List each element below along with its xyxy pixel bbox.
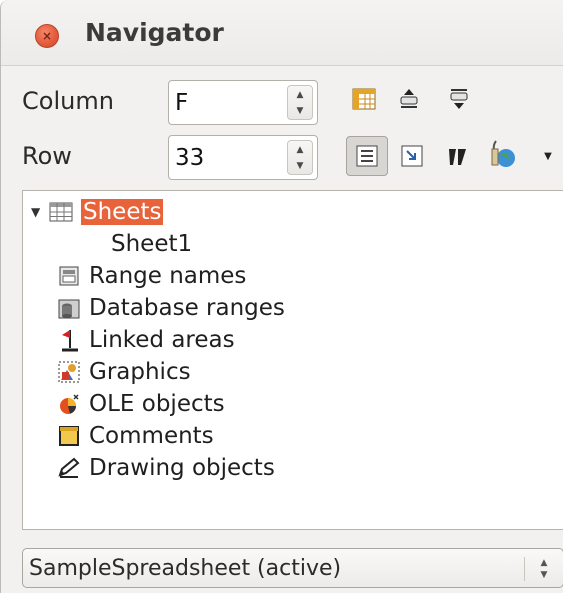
graphics-icon xyxy=(57,360,81,384)
database-ranges-icon xyxy=(57,296,81,320)
tree-item-linked-areas[interactable]: Linked areas xyxy=(57,324,235,356)
close-button[interactable]: × xyxy=(35,24,59,48)
tree-item-label: Sheet1 xyxy=(111,231,193,257)
contents-icon xyxy=(356,145,378,167)
drag-mode-button[interactable] xyxy=(489,139,519,169)
row-up-icon[interactable]: ▲ xyxy=(288,146,312,155)
toggle-icon xyxy=(401,145,423,167)
row-spinbox[interactable]: 33 ▲ ▼ xyxy=(168,135,318,180)
tree-item-label: Database ranges xyxy=(89,295,285,321)
tree-item-comments[interactable]: Comments xyxy=(57,420,214,452)
ole-objects-icon xyxy=(57,392,81,416)
start-button[interactable] xyxy=(394,84,424,114)
drawing-objects-icon xyxy=(57,456,81,480)
title-bar[interactable]: × Navigator xyxy=(1,0,563,66)
scenarios-icon xyxy=(449,149,466,165)
expander-icon[interactable]: ▼ xyxy=(31,205,49,219)
tree-item-label: Linked areas xyxy=(89,327,235,353)
column-stepper[interactable]: ▲ ▼ xyxy=(287,85,313,120)
navigator-window: × Navigator Column F ▲ ▼ Row 33 ▲ ▼ ▼ ▼ … xyxy=(0,0,563,593)
column-up-icon[interactable]: ▲ xyxy=(288,91,312,100)
range-names-icon xyxy=(57,264,81,288)
tree-item-label: Range names xyxy=(89,263,247,289)
contents-button[interactable] xyxy=(346,136,388,176)
tree-item-database-ranges[interactable]: Database ranges xyxy=(57,292,285,324)
close-icon: × xyxy=(41,29,53,43)
tree-item-graphics[interactable]: Graphics xyxy=(57,356,191,388)
tree-item-label: Graphics xyxy=(89,359,191,385)
tree-item-sheets[interactable]: ▼ Sheets xyxy=(31,196,164,228)
select-separator xyxy=(524,557,525,581)
tree-item-label: Drawing objects xyxy=(89,455,275,481)
row-stepper[interactable]: ▲ ▼ xyxy=(287,140,313,175)
tree-item-drawing-objects[interactable]: Drawing objects xyxy=(57,452,275,484)
tree-item-label: Comments xyxy=(89,423,214,449)
column-label: Column xyxy=(22,87,114,115)
column-value[interactable]: F xyxy=(175,90,188,116)
drag-mode-dropdown[interactable]: ▼ xyxy=(537,141,559,171)
end-icon xyxy=(450,89,468,109)
end-button[interactable] xyxy=(444,84,474,114)
tree-item-label: Sheets xyxy=(81,199,164,225)
comments-icon xyxy=(57,424,81,448)
tree-item-range-names[interactable]: Range names xyxy=(57,260,246,292)
sheets-icon xyxy=(49,200,73,224)
start-icon xyxy=(400,89,418,108)
data-range-icon xyxy=(352,88,376,110)
dropdown-arrow-icon: ▼ xyxy=(544,150,552,162)
tree-item-sheet1[interactable]: Sheet1 xyxy=(111,228,192,260)
data-range-button[interactable] xyxy=(349,84,379,114)
toggle-button[interactable] xyxy=(397,141,427,171)
tree-item-label: OLE objects xyxy=(89,391,225,417)
document-select[interactable]: SampleSpreadsheet (active) ▲ ▼ xyxy=(22,548,563,588)
tree-item-ole-objects[interactable]: OLE objects xyxy=(57,388,225,420)
select-arrows-icon[interactable]: ▲ ▼ xyxy=(537,557,551,581)
column-spinbox[interactable]: F ▲ ▼ xyxy=(168,80,318,125)
content-tree[interactable]: ▼ Sheets Sheet1 Range names Database ran… xyxy=(22,190,563,530)
drag-mode-icon xyxy=(491,140,515,167)
row-label: Row xyxy=(22,142,72,170)
column-down-icon[interactable]: ▼ xyxy=(288,107,312,116)
scenarios-button[interactable] xyxy=(443,141,473,171)
window-title: Navigator xyxy=(85,18,224,47)
linked-areas-icon xyxy=(57,328,81,352)
document-select-value: SampleSpreadsheet (active) xyxy=(29,556,342,581)
row-value[interactable]: 33 xyxy=(175,145,204,171)
row-down-icon[interactable]: ▼ xyxy=(288,162,312,171)
